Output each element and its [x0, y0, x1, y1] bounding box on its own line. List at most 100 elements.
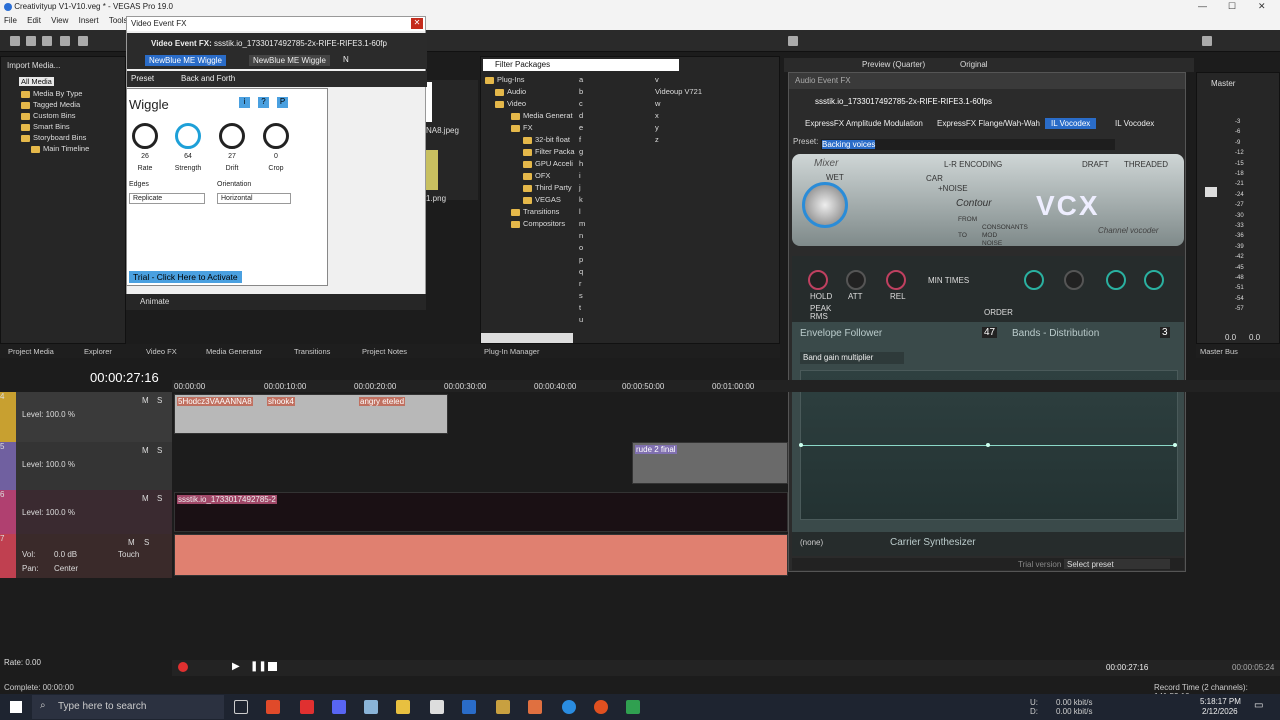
cursor-time[interactable]: 00:00:27:16	[1106, 663, 1148, 672]
solo-button[interactable]: S	[157, 446, 162, 455]
tab-plugin-manager[interactable]: Plug-In Manager	[484, 347, 539, 356]
tree-32bit-float[interactable]: 32-bit float	[523, 135, 570, 144]
plugin-item[interactable]: t	[579, 303, 581, 312]
tree-audio[interactable]: Audio	[495, 87, 526, 96]
tree-media-by-type[interactable]: Media By Type	[21, 89, 82, 98]
gain-point[interactable]	[799, 443, 803, 447]
file-explorer-icon[interactable]	[396, 700, 410, 714]
tab-media-generator[interactable]: Media Generator	[206, 347, 262, 356]
track-level[interactable]: Level: 100.0 %	[22, 460, 75, 469]
brave-icon[interactable]	[266, 700, 280, 714]
tree-vegas[interactable]: VEGAS	[523, 195, 561, 204]
afx-chain-item[interactable]: ExpressFX Flange/Wah-Wah	[937, 119, 1040, 128]
plugin-item[interactable]: b	[579, 87, 583, 96]
band-gain-graph[interactable]	[799, 370, 1178, 520]
tree-media-generators[interactable]: Media Generat	[511, 111, 573, 120]
thumbnail-image[interactable]	[426, 150, 438, 190]
video-clip[interactable]: ssstik.io_1733017492785-2	[174, 492, 788, 532]
mute-button[interactable]: M	[142, 446, 149, 455]
tree-fx[interactable]: FX	[511, 123, 533, 132]
plugin-item[interactable]: w	[655, 99, 660, 108]
pause-button[interactable]: ❚❚	[250, 661, 267, 672]
edges-dropdown[interactable]: Replicate	[129, 193, 205, 204]
record-button[interactable]	[178, 662, 188, 672]
tree-transitions[interactable]: Transitions	[511, 207, 559, 216]
video-clip[interactable]: rude 2 final	[632, 442, 788, 484]
discord-icon[interactable]	[332, 700, 346, 714]
track-header[interactable]: 5 Level: 100.0 % M S	[0, 442, 172, 490]
plugin-item[interactable]: a	[579, 75, 583, 84]
solo-button[interactable]: S	[157, 396, 162, 405]
original-dropdown[interactable]: Original	[960, 60, 988, 69]
vegas-icon[interactable]	[300, 700, 314, 714]
app-icon[interactable]	[626, 700, 640, 714]
tab-project-notes[interactable]: Project Notes	[362, 347, 407, 356]
plugin-item[interactable]: k	[579, 195, 583, 204]
tree-tagged-media[interactable]: Tagged Media	[21, 100, 80, 109]
preset-dropdown[interactable]: Back and Forth	[181, 74, 381, 83]
crop-knob[interactable]	[263, 123, 289, 149]
menu-view[interactable]: View	[47, 14, 72, 27]
tab-master-bus[interactable]: Master Bus	[1200, 347, 1238, 356]
tree-main-timeline[interactable]: Main Timeline	[31, 144, 89, 153]
shift-knob[interactable]	[1144, 270, 1164, 290]
plugin-item[interactable]: e	[579, 123, 583, 132]
photos-icon[interactable]	[364, 700, 378, 714]
app-icon[interactable]	[528, 700, 542, 714]
task-view-icon[interactable]	[234, 700, 248, 714]
firefox-icon[interactable]	[594, 700, 608, 714]
close-icon[interactable]: ✕	[1258, 1, 1266, 12]
plugin-item[interactable]: f	[579, 135, 581, 144]
hold-knob[interactable]	[808, 270, 828, 290]
notes-icon[interactable]	[496, 700, 510, 714]
tree-all-media[interactable]: All Media	[19, 77, 54, 86]
plugin-item[interactable]: d	[579, 111, 583, 120]
menu-edit[interactable]: Edit	[23, 14, 45, 27]
preview-quality-dropdown[interactable]: Preview (Quarter)	[862, 60, 925, 69]
calculator-icon[interactable]	[462, 700, 476, 714]
afx-chain-item[interactable]: ExpressFX Amplitude Modulation	[805, 119, 923, 128]
plugin-item[interactable]: i	[579, 171, 581, 180]
horizontal-scrollbar[interactable]	[481, 333, 573, 343]
video-clip[interactable]: 5Hodcz3VAAANNA8 shook4 angry eteled	[174, 394, 448, 434]
plugin-item[interactable]: l	[579, 207, 581, 216]
plugin-item[interactable]: g	[579, 147, 583, 156]
gain-point[interactable]	[986, 443, 990, 447]
afx-preset-dropdown[interactable]: Backing voices	[821, 139, 1115, 150]
tree-plugins[interactable]: Plug-Ins	[485, 75, 525, 84]
tree-compositors[interactable]: Compositors	[511, 219, 565, 228]
tree-ofx[interactable]: OFX	[523, 171, 550, 180]
orientation-dropdown[interactable]: Horizontal	[217, 193, 291, 204]
drift-value[interactable]: 27	[217, 153, 247, 160]
plugin-item[interactable]: s	[579, 291, 583, 300]
close-button[interactable]: ✕	[411, 18, 423, 29]
plugin-item[interactable]: r	[579, 279, 582, 288]
plugin-item[interactable]: z	[655, 135, 659, 144]
threaded-toggle[interactable]: THREADED	[1124, 160, 1168, 169]
import-media-button[interactable]: Import Media...	[7, 61, 60, 70]
plugin-item[interactable]: u	[579, 315, 583, 324]
thumbnail-image[interactable]	[426, 82, 432, 122]
trial-activate-button[interactable]: Trial - Click Here to Activate	[129, 271, 242, 283]
lr-encoding-label[interactable]: L-R ENCODING	[944, 160, 1002, 169]
volume-value[interactable]: 0.0 dB	[54, 550, 77, 559]
info-button[interactable]: i	[239, 97, 250, 108]
audio-track-header[interactable]: 7 Vol: 0.0 dB Pan: Center Touch M S	[0, 534, 172, 578]
tree-video[interactable]: Video	[495, 99, 526, 108]
tree-storyboard-bins[interactable]: Storyboard Bins	[21, 133, 86, 142]
preset-button[interactable]: P	[277, 97, 288, 108]
afx-chain-item[interactable]: IL Vocodex	[1115, 119, 1154, 128]
gain-point[interactable]	[1173, 443, 1177, 447]
tab-transitions[interactable]: Transitions	[294, 347, 330, 356]
solo-button[interactable]: S	[144, 538, 149, 547]
master-fader[interactable]	[1205, 187, 1217, 197]
new-icon[interactable]	[10, 36, 20, 46]
plugin-item[interactable]: m	[579, 219, 585, 228]
tree-gpu-accelerated[interactable]: GPU Acceli	[523, 159, 573, 168]
save-icon[interactable]	[42, 36, 52, 46]
track-level[interactable]: Level: 100.0 %	[22, 410, 75, 419]
draft-toggle[interactable]: DRAFT	[1082, 160, 1109, 169]
afx-chain-item[interactable]: IL Vocodex	[1045, 118, 1097, 129]
track-header[interactable]: 4 Level: 100.0 % M S	[0, 392, 172, 442]
timeline-ruler[interactable]: 00:00:00 00:00:10:00 00:00:20:00 00:00:3…	[172, 380, 1280, 392]
